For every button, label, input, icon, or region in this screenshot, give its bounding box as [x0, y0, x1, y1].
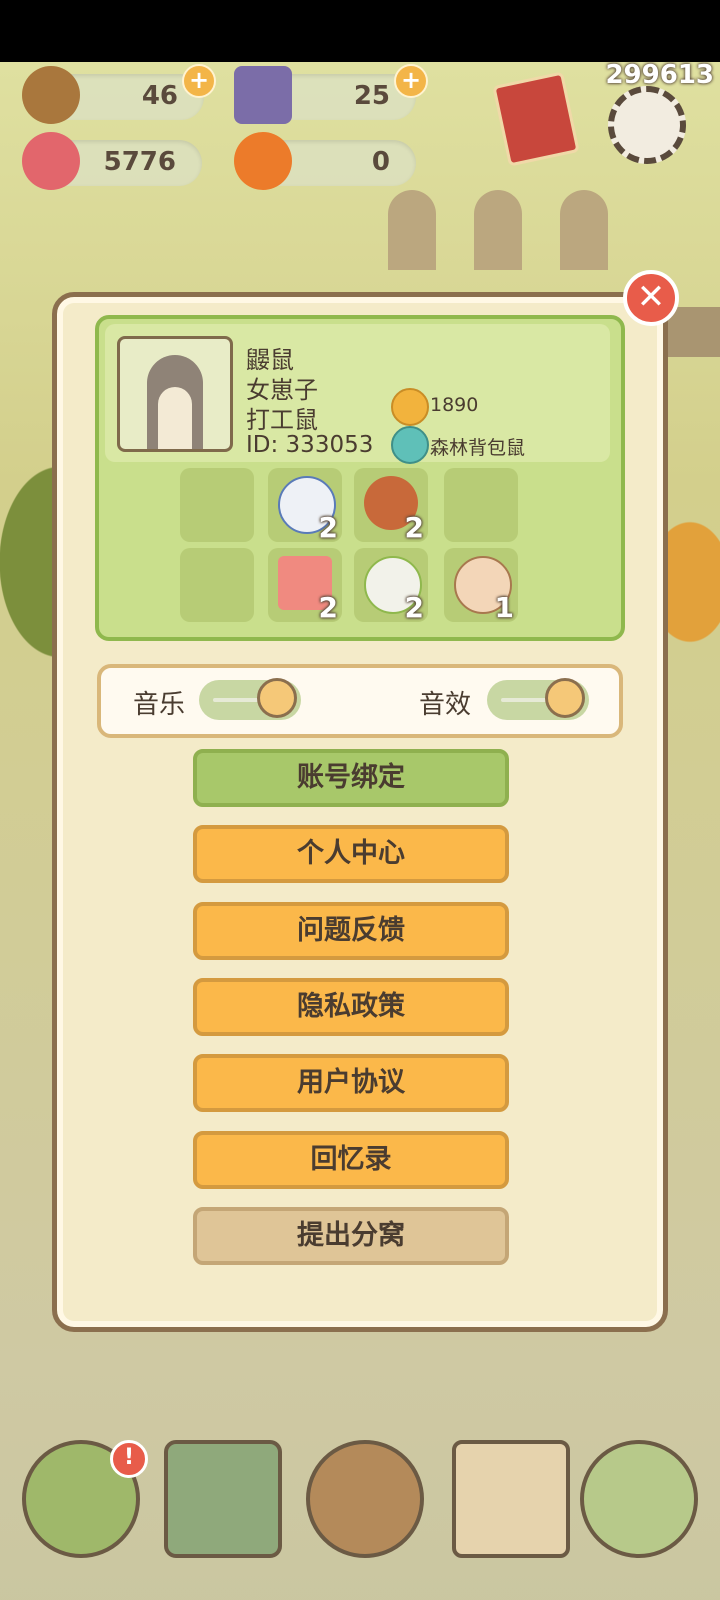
inventory-slot-empty[interactable] — [180, 548, 254, 622]
music-slider[interactable] — [199, 678, 301, 720]
fence-post — [388, 190, 436, 270]
pumpkin-icon — [234, 132, 292, 190]
slider-knob[interactable] — [545, 678, 585, 718]
account-bind-button[interactable]: 账号绑定 — [193, 749, 509, 807]
settings-gear-icon[interactable] — [608, 86, 686, 164]
player-title: 打工鼠 — [246, 406, 318, 434]
close-button[interactable]: ✕ — [623, 270, 679, 326]
nav-mail-icon[interactable] — [164, 1440, 282, 1558]
inventory-slot[interactable]: 1 — [444, 548, 518, 624]
inventory-slot[interactable]: 2 — [354, 468, 428, 544]
heart-icon — [22, 132, 80, 190]
inventory-slot-empty[interactable] — [180, 468, 254, 542]
pumpkin-count: 0 — [371, 147, 390, 177]
avatar[interactable] — [117, 336, 233, 452]
coordinate-readout: 299613 — [605, 60, 714, 90]
home-alert-badge: ! — [110, 1440, 148, 1478]
personal-center-button[interactable]: 个人中心 — [193, 825, 509, 883]
badge-name: 森林背包鼠 — [430, 437, 526, 459]
gem-counter: 25 + — [234, 64, 428, 124]
privacy-policy-button[interactable]: 隐私政策 — [193, 978, 509, 1036]
heart-counter: 5776 — [22, 132, 202, 190]
pumpkin-counter: 0 — [234, 132, 416, 190]
item-count: 2 — [404, 591, 424, 624]
fence-post — [474, 190, 522, 270]
player-id: ID: 333053 — [246, 432, 374, 458]
inventory-slot[interactable]: 2 — [354, 548, 428, 624]
sfx-slider[interactable] — [487, 678, 589, 720]
nav-tasks-clipboard-icon[interactable] — [452, 1440, 570, 1558]
leave-nest-button[interactable]: 提出分窝 — [193, 1207, 509, 1265]
slider-knob[interactable] — [257, 678, 297, 718]
add-gem-button[interactable]: + — [394, 64, 428, 98]
memoir-button[interactable]: 回忆录 — [193, 1131, 509, 1189]
nav-map-icon[interactable] — [580, 1440, 698, 1558]
nav-friends-icon[interactable] — [306, 1440, 424, 1558]
acorn-counter: 46 + — [22, 64, 216, 124]
bell-count: 1890 — [430, 394, 479, 416]
inventory-slot-empty[interactable] — [444, 468, 518, 542]
inventory-slot[interactable]: 2 — [268, 548, 342, 624]
add-acorn-button[interactable]: + — [182, 64, 216, 98]
acorn-icon — [22, 66, 80, 124]
sfx-label: 音效 — [419, 690, 472, 720]
heart-count: 5776 — [103, 147, 176, 177]
sound-settings: 音乐 音效 — [97, 664, 623, 738]
acorn-count: 46 — [141, 81, 178, 111]
mole-belly — [158, 387, 192, 449]
gem-count: 25 — [353, 81, 390, 111]
bell-icon — [391, 388, 429, 426]
item-count: 2 — [318, 591, 338, 624]
user-agreement-button[interactable]: 用户协议 — [193, 1054, 509, 1112]
star-badge-icon — [391, 426, 429, 464]
item-count: 2 — [318, 511, 338, 544]
inventory-slot[interactable]: 2 — [268, 468, 342, 544]
gem-icon — [234, 66, 292, 124]
item-count: 1 — [494, 591, 514, 624]
feedback-button[interactable]: 问题反馈 — [193, 902, 509, 960]
item-count: 2 — [404, 511, 424, 544]
status-bar — [0, 0, 720, 62]
music-label: 音乐 — [133, 690, 186, 720]
fence-post — [560, 190, 608, 270]
